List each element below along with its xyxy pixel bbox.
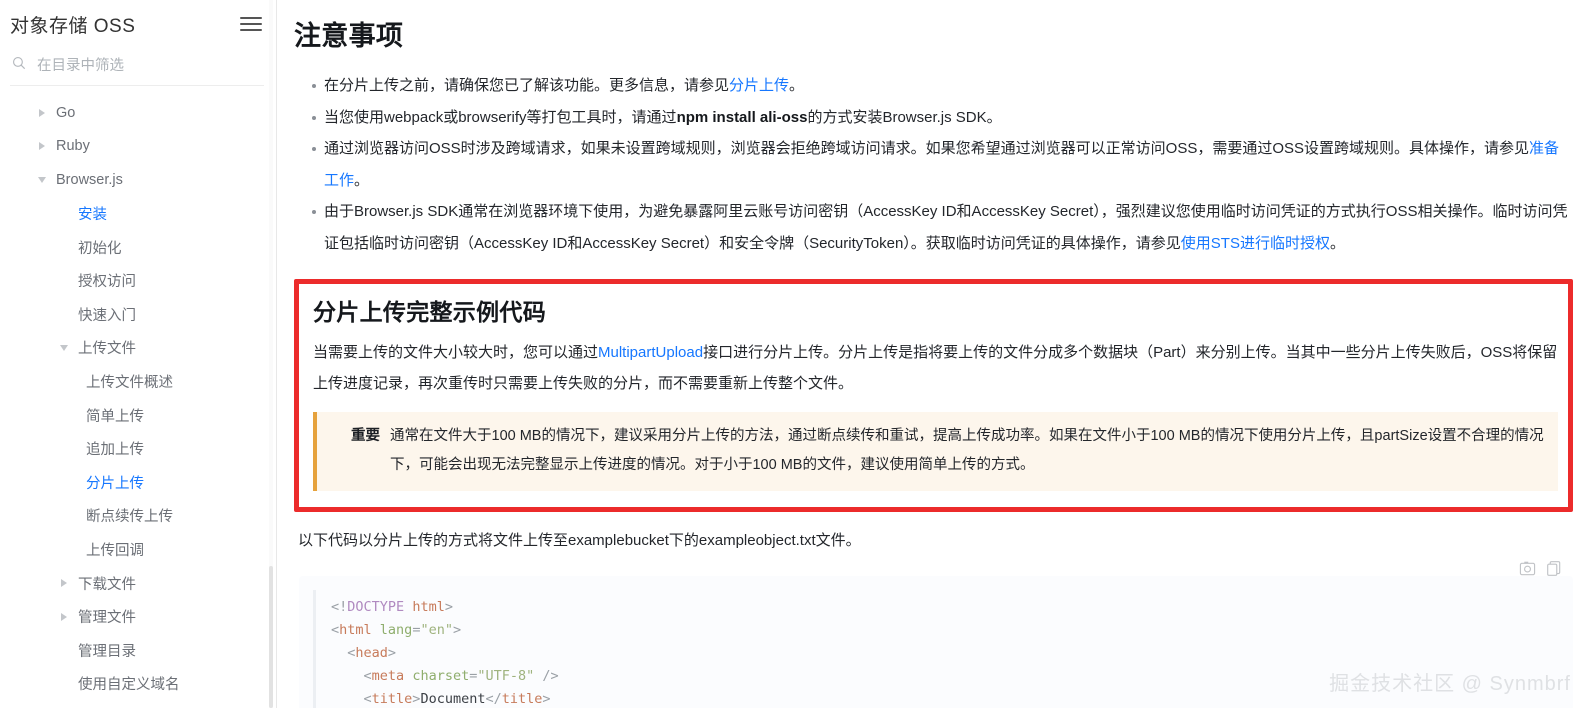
main-content: 注意事项 在分片上传之前，请确保您已了解该功能。更多信息，请参见分片上传。 当您使… [277,0,1589,708]
callout-body: 通常在文件大于100 MB的情况下，建议采用分片上传的方法，通过断点续传和重试，… [390,428,1544,473]
doc-link[interactable]: 使用STS进行临时授权 [1181,235,1330,252]
sidebar-item-2[interactable]: Browser.js [0,163,276,197]
doc-text: 在分片上传之前，请确保您已了解该功能。更多信息，请参见 [324,77,730,94]
note-item: 通过浏览器访问OSS时涉及跨域请求，如果未设置跨域规则，浏览器会拒绝跨域访问请求… [312,133,1573,196]
screenshot-icon[interactable] [1519,560,1536,577]
sidebar-item-label: 简单上传 [86,408,144,425]
sidebar-item-6[interactable]: 快速入门 [0,298,276,332]
important-callout: 重要 通常在文件大于100 MB的情况下，建议采用分片上传的方法，通过断点续传和… [313,412,1558,491]
sidebar-item-label: 快速入门 [78,307,136,324]
caret-right-icon[interactable] [38,141,48,151]
highlighted-section: 分片上传完整示例代码 当需要上传的文件大小较大时，您可以通过MultipartU… [294,279,1573,512]
sidebar-search[interactable] [10,50,264,86]
sidebar-item-label: 上传文件概述 [86,375,173,392]
doc-link[interactable]: 分片上传 [729,77,789,94]
sidebar-item-1[interactable]: Ruby [0,130,276,164]
sidebar-item-label: 追加上传 [86,442,144,459]
sidebar-item-17[interactable]: 使用自定义域名 [0,667,276,701]
sidebar-item-label: 使用自定义域名 [78,677,180,694]
sidebar-item-16[interactable]: 管理目录 [0,634,276,668]
sidebar-item-label: 断点续传上传 [86,509,173,526]
doc-text: 。 [789,77,805,94]
note-item: 由于Browser.js SDK通常在浏览器环境下使用，为避免暴露阿里云账号访问… [312,196,1573,259]
watermark: 掘金技术社区 @ Synmbrf [1329,673,1571,695]
sidebar-item-label: 上传回调 [86,543,144,560]
caret-right-icon[interactable] [60,612,70,622]
sidebar-item-4[interactable]: 初始化 [0,230,276,264]
copy-icon[interactable] [1546,560,1563,577]
sidebar: 对象存储 OSS Go Ruby Browser.js 安装初始化授权访问快速入门上传… [0,0,277,708]
sidebar-item-13[interactable]: 上传回调 [0,533,276,567]
doc-text: 。 [354,171,370,189]
product-title: 对象存储 OSS [10,15,136,37]
sidebar-item-10[interactable]: 追加上传 [0,432,276,466]
note-item: 当您使用webpack或browserify等打包工具时，请通过npm inst… [312,102,1573,134]
doc-strong: npm install ali-oss [676,108,808,126]
sidebar-item-14[interactable]: 下载文件 [0,566,276,600]
sidebar-item-0[interactable]: Go [0,96,276,130]
sidebar-item-12[interactable]: 断点续传上传 [0,499,276,533]
hamburger-icon[interactable] [240,15,262,33]
sidebar-item-label: 下载文件 [78,576,136,593]
sidebar-item-label: Browser.js [56,171,123,188]
section-heading: 分片上传完整示例代码 [313,299,546,325]
caret-right-icon[interactable] [60,578,70,588]
sidebar-item-15[interactable]: 管理文件 [0,600,276,634]
page-title: 注意事项 [294,21,404,51]
caret-right-icon[interactable] [38,108,48,118]
sidebar-item-label: 上传文件 [78,341,136,358]
section-paragraph: 当需要上传的文件大小较大时，您可以通过MultipartUpload接口进行分片… [313,337,1558,399]
sidebar-item-5[interactable]: 授权访问 [0,264,276,298]
search-input[interactable] [35,56,262,75]
doc-text: 由于Browser.js SDK通常在浏览器环境下使用，为避免暴露阿里云账号访问… [324,203,1568,252]
note-item: 在分片上传之前，请确保您已了解该功能。更多信息，请参见分片上传。 [312,70,1573,102]
sidebar-item-label: 授权访问 [78,274,136,291]
sidebar-tree: Go Ruby Browser.js 安装初始化授权访问快速入门上传文件上传文件概述简… [0,86,276,708]
sidebar-scrollbar-thumb[interactable] [269,566,273,708]
doc-text: 当需要上传的文件大小较大时，您可以通过 [313,344,599,361]
doc-link[interactable]: MultipartUpload [598,344,703,361]
code-actions [1519,560,1563,577]
sidebar-item-9[interactable]: 简单上传 [0,398,276,432]
notes-list: 在分片上传之前，请确保您已了解该功能。更多信息，请参见分片上传。 当您使用webp… [294,70,1573,259]
code-intro-text: 以下代码以分片上传的方式将文件上传至examplebucket下的example… [298,532,861,549]
sidebar-item-label: 初始化 [78,240,122,257]
sidebar-item-label: Ruby [56,138,90,155]
sidebar-item-label: 管理目录 [78,643,136,660]
code-gutter [313,590,316,708]
sidebar-item-11[interactable]: 分片上传 [0,466,276,500]
search-icon [12,56,26,75]
doc-text: 通过浏览器访问OSS时涉及跨域请求，如果未设置跨域规则，浏览器会拒绝跨域访问请求… [324,140,1530,157]
doc-text: 的方式安装Browser.js SDK。 [807,108,1002,126]
sidebar-item-7[interactable]: 上传文件 [0,331,276,365]
sidebar-item-label: Go [56,104,76,121]
caret-down-icon[interactable] [38,175,48,185]
caret-down-icon[interactable] [60,343,70,353]
sidebar-header: 对象存储 OSS [0,0,276,44]
sidebar-item-label: 安装 [78,207,107,224]
doc-text: 当您使用webpack或browserify等打包工具时，请通过 [324,108,677,126]
page-root: 对象存储 OSS Go Ruby Browser.js 安装初始化授权访问快速入门上传… [0,0,1589,708]
doc-text: 。 [1329,234,1345,252]
sidebar-item-3[interactable]: 安装 [0,197,276,231]
sidebar-item-label: 分片上传 [86,475,144,492]
sidebar-item-8[interactable]: 上传文件概述 [0,365,276,399]
sidebar-item-label: 管理文件 [78,610,136,627]
callout-title: 重要 [351,428,380,444]
